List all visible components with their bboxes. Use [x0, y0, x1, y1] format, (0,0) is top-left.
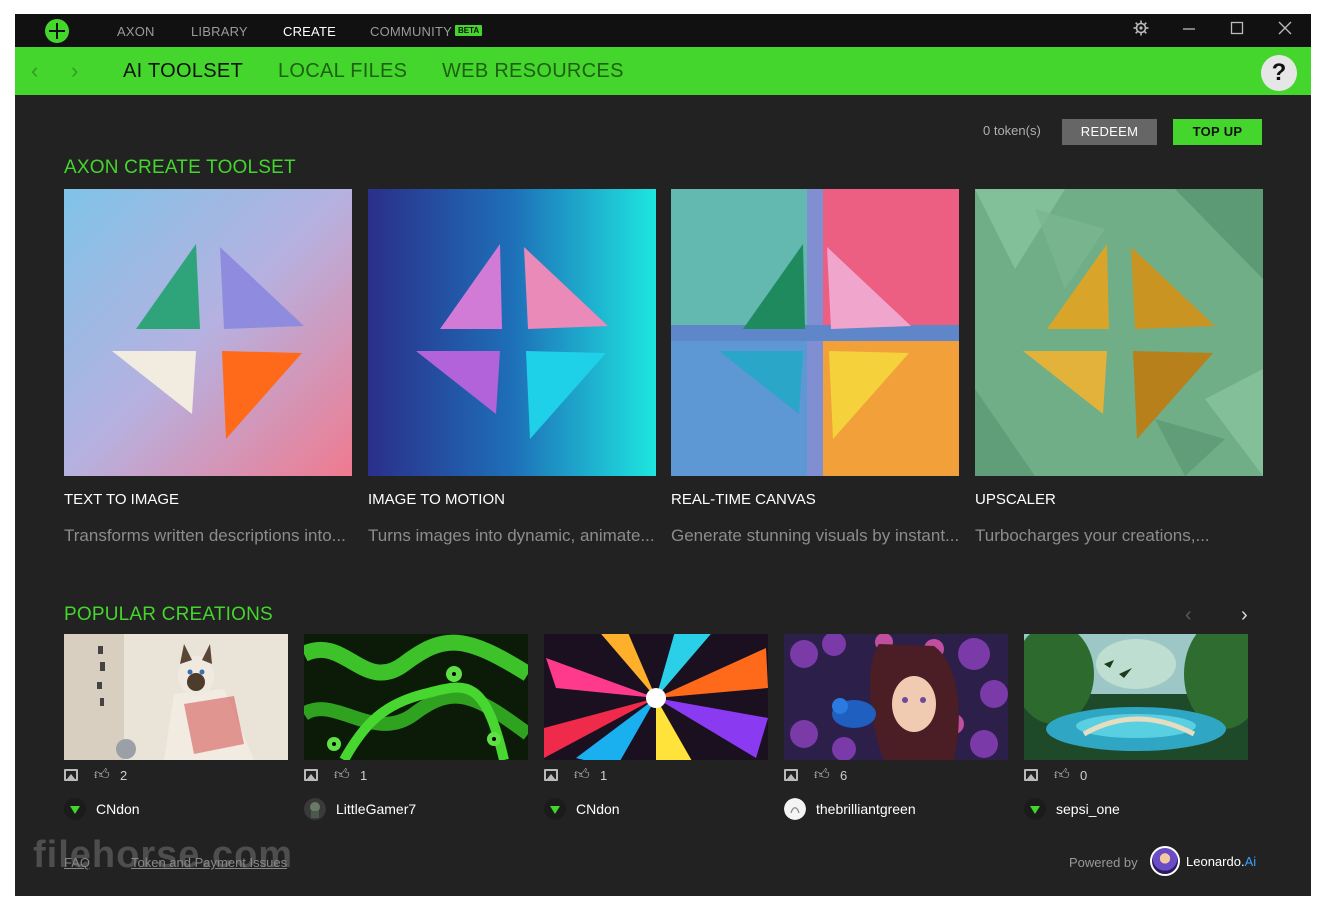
card-description: Turbocharges your creations,...	[975, 526, 1210, 545]
thumbs-up-icon[interactable]: 👍︎	[334, 766, 350, 784]
username[interactable]: sepsi_one	[1056, 801, 1120, 817]
beta-badge: BETA	[455, 25, 483, 36]
token-balance: 0 token(s)	[983, 123, 1041, 138]
settings-icon[interactable]	[1131, 20, 1151, 40]
thumbs-up-icon[interactable]: 👍︎	[574, 766, 590, 784]
razer-logo-icon[interactable]	[45, 19, 69, 43]
subtab-web-resources[interactable]: WEB RESOURCES	[442, 60, 624, 83]
close-icon[interactable]	[1275, 20, 1295, 40]
tab-axon[interactable]: AXON	[117, 24, 155, 39]
powered-by-label: Powered by	[1069, 855, 1138, 870]
like-count: 2	[120, 768, 128, 783]
minimize-icon[interactable]	[1179, 20, 1199, 40]
app-window: AXON LIBRARY CREATE COMMUNITY BETA ‹ › A…	[15, 14, 1311, 896]
creation-meta: 👍︎ 0	[1024, 766, 1124, 784]
image-icon[interactable]	[304, 769, 318, 781]
username[interactable]: LittleGamer7	[336, 801, 416, 817]
card-title: TEXT TO IMAGE	[64, 491, 180, 508]
tab-community[interactable]: COMMUNITY	[370, 24, 452, 39]
help-button[interactable]: ?	[1261, 55, 1297, 91]
image-icon[interactable]	[544, 769, 558, 781]
card-image-to-motion[interactable]	[368, 189, 656, 476]
creation-meta: 👍︎ 6	[784, 766, 884, 784]
tab-library[interactable]: LIBRARY	[191, 24, 248, 39]
card-upscaler[interactable]	[975, 189, 1263, 476]
thumbs-up-icon[interactable]: 👍︎	[94, 766, 110, 784]
redeem-button[interactable]: REDEEM	[1062, 119, 1157, 145]
image-icon[interactable]	[1024, 769, 1038, 781]
subtab-local-files[interactable]: LOCAL FILES	[278, 60, 407, 83]
creation-thumbnail[interactable]	[64, 634, 288, 760]
creation-meta: 👍︎ 1	[304, 766, 404, 784]
username[interactable]: CNdon	[96, 801, 140, 817]
carousel-next-icon[interactable]: ›	[1241, 604, 1248, 627]
subtab-ai-toolset[interactable]: AI TOOLSET	[123, 60, 243, 83]
card-title: REAL-TIME CANVAS	[671, 491, 816, 508]
card-text-to-image[interactable]	[64, 189, 352, 476]
card-title: IMAGE TO MOTION	[368, 491, 505, 508]
leonardo-logo-icon	[1150, 846, 1180, 876]
top-up-button[interactable]: TOP UP	[1173, 119, 1262, 145]
card-title: UPSCALER	[975, 491, 1056, 508]
creation-thumbnail[interactable]	[1024, 634, 1248, 760]
leonardo-brand-suffix: Ai	[1244, 854, 1257, 869]
card-description: Turns images into dynamic, animate...	[368, 526, 655, 545]
avatar[interactable]	[784, 798, 806, 820]
card-description: Transforms written descriptions into...	[64, 526, 346, 545]
title-bar: AXON LIBRARY CREATE COMMUNITY BETA	[15, 14, 1311, 47]
like-count: 1	[600, 768, 608, 783]
like-count: 0	[1080, 768, 1088, 783]
toolset-title: AXON CREATE TOOLSET	[64, 157, 296, 178]
image-icon[interactable]	[64, 769, 78, 781]
maximize-icon[interactable]	[1227, 20, 1247, 40]
carousel-prev-icon[interactable]: ‹	[1185, 604, 1192, 627]
creation-meta: 👍︎ 2	[64, 766, 164, 784]
thumbs-up-icon[interactable]: 👍︎	[1054, 766, 1070, 784]
avatar[interactable]	[304, 798, 326, 820]
username[interactable]: CNdon	[576, 801, 620, 817]
thumbs-up-icon[interactable]: 👍︎	[814, 766, 830, 784]
faq-link[interactable]: FAQ	[64, 855, 90, 870]
like-count: 1	[360, 768, 368, 783]
back-arrow-icon[interactable]: ‹	[31, 58, 38, 84]
card-description: Generate stunning visuals by instant...	[671, 526, 960, 545]
leonardo-brand[interactable]: Leonardo.Ai	[1186, 854, 1256, 869]
forward-arrow-icon[interactable]: ›	[71, 58, 78, 84]
avatar[interactable]	[64, 798, 86, 820]
leonardo-brand-name: Leonardo.	[1186, 854, 1245, 869]
avatar[interactable]	[1024, 798, 1046, 820]
avatar[interactable]	[544, 798, 566, 820]
image-icon[interactable]	[784, 769, 798, 781]
username[interactable]: thebrilliantgreen	[816, 801, 916, 817]
token-payment-issues-link[interactable]: Token and Payment Issues	[131, 855, 287, 870]
like-count: 6	[840, 768, 848, 783]
tab-create[interactable]: CREATE	[283, 24, 336, 39]
card-real-time-canvas[interactable]	[671, 189, 959, 476]
creation-meta: 👍︎ 1	[544, 766, 644, 784]
creation-thumbnail[interactable]	[304, 634, 528, 760]
creation-thumbnail[interactable]	[784, 634, 1008, 760]
subnav-bar: ‹ › AI TOOLSET LOCAL FILES WEB RESOURCES…	[15, 47, 1311, 95]
popular-creations-title: POPULAR CREATIONS	[64, 604, 273, 625]
creation-thumbnail[interactable]	[544, 634, 768, 760]
